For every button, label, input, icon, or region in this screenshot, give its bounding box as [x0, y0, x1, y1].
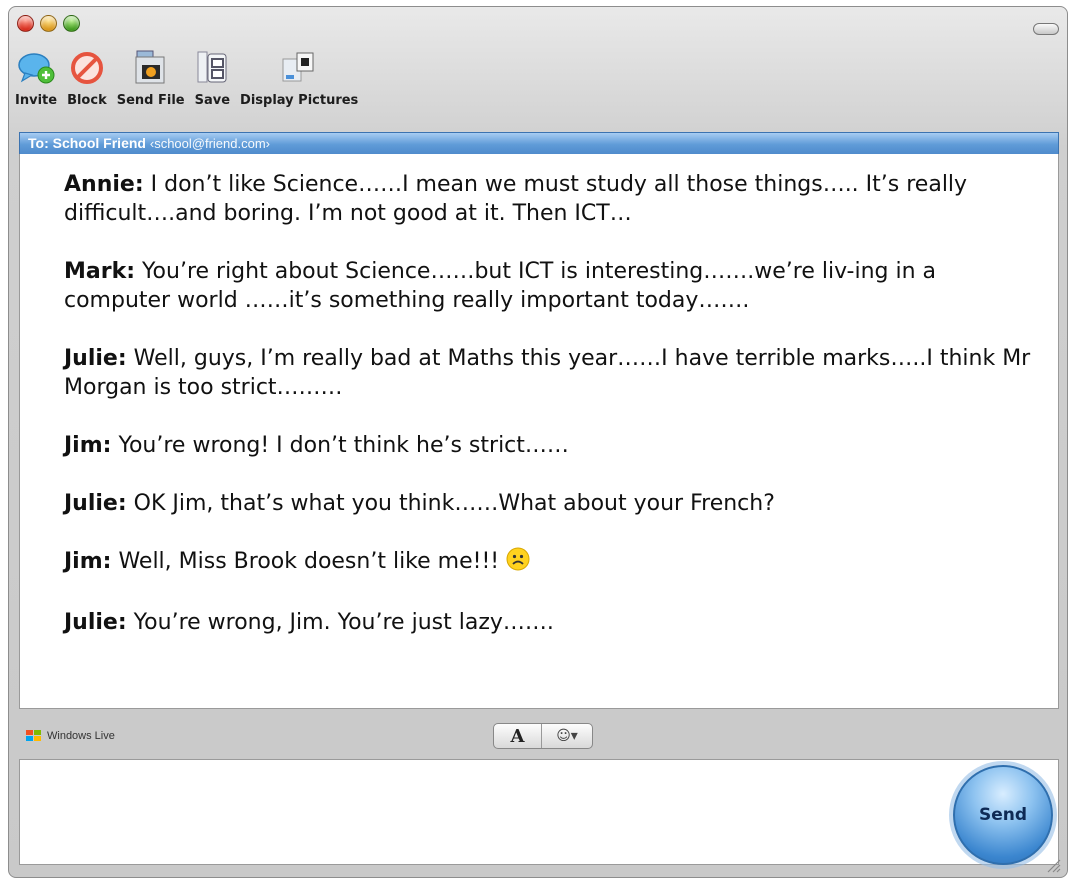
windows-live-logo: Windows Live — [25, 729, 115, 743]
save-button[interactable]: Save — [195, 45, 230, 108]
chat-message: Jim: Well, Miss Brook doesn’t like me!!! — [64, 547, 1044, 579]
window-controls — [17, 15, 80, 32]
message-speaker: Julie: — [64, 491, 127, 516]
message-speaker: Julie: — [64, 610, 127, 635]
message-speaker: Jim: — [64, 433, 112, 458]
close-window-button[interactable] — [17, 15, 34, 32]
windows-flag-icon — [26, 730, 41, 741]
send-button[interactable]: Send — [953, 765, 1053, 865]
sad-face-icon — [506, 547, 530, 579]
message-text: You’re wrong! I don’t think he’s strict…… — [111, 433, 569, 458]
chat-message: Julie: OK Jim, that’s what you think……Wh… — [64, 489, 1044, 518]
chat-message: Mark: You’re right about Science……but IC… — [64, 257, 1044, 315]
message-text: You’re wrong, Jim. You’re just lazy……. — [126, 610, 554, 635]
block-label: Block — [67, 93, 107, 108]
conversation-pane[interactable]: Annie: I don’t like Science……I mean we m… — [19, 154, 1059, 709]
message-text: You’re right about Science……but ICT is i… — [64, 259, 937, 313]
display-pictures-button[interactable]: Display Pictures — [240, 45, 358, 108]
block-button[interactable]: Block — [67, 45, 107, 108]
chat-message: Jim: You’re wrong! I don’t think he’s st… — [64, 431, 1044, 460]
zoom-window-button[interactable] — [63, 15, 80, 32]
display-pictures-icon — [279, 45, 319, 85]
send-file-icon — [133, 45, 169, 85]
invite-label: Invite — [15, 93, 58, 108]
chat-message: Julie: You’re wrong, Jim. You’re just la… — [64, 608, 1044, 637]
toolbar-toggle-button[interactable] — [1033, 23, 1059, 35]
message-speaker: Julie: — [64, 346, 127, 371]
windows-live-label: Windows Live — [47, 730, 115, 742]
minimize-window-button[interactable] — [40, 15, 57, 32]
chat-message: Julie: Well, guys, I’m really bad at Mat… — [64, 344, 1044, 402]
invite-icon — [17, 45, 55, 85]
message-speaker: Jim: — [64, 549, 112, 574]
message-text: Well, guys, I’m really bad at Maths this… — [64, 346, 1031, 400]
message-text: Well, Miss Brook doesn’t like me!!! — [111, 549, 507, 574]
font-button[interactable]: A — [494, 724, 542, 748]
invite-button[interactable]: Invite — [15, 45, 57, 108]
message-speaker: Annie: — [64, 172, 144, 197]
resize-grip-icon[interactable] — [1045, 857, 1061, 873]
chat-window: Invite Block Send File Save Display Pict… — [8, 6, 1068, 878]
save-icon — [195, 45, 229, 85]
send-file-button[interactable]: Send File — [117, 45, 185, 108]
toolbar: Invite Block Send File Save Display Pict… — [15, 45, 368, 108]
send-file-label: Send File — [116, 93, 185, 108]
recipient-address: ‹school@friend.com› — [149, 136, 270, 151]
emoticon-picker-button[interactable]: ☺▾ — [542, 724, 592, 748]
format-controls: A ☺▾ — [493, 723, 593, 749]
block-icon — [70, 45, 104, 85]
message-input[interactable] — [19, 759, 1059, 865]
message-text: OK Jim, that’s what you think……What abou… — [126, 491, 775, 516]
display-pictures-label: Display Pictures — [240, 93, 359, 108]
message-text: I don’t like Science……I mean we must stu… — [64, 172, 968, 226]
message-speaker: Mark: — [64, 259, 136, 284]
chat-message: Annie: I don’t like Science……I mean we m… — [64, 170, 1044, 228]
compose-toolbar: Windows Live A ☺▾ — [19, 719, 1059, 755]
recipient-bar: To: School Friend ‹school@friend.com› — [19, 132, 1059, 154]
recipient-name: To: School Friend — [28, 135, 146, 151]
save-label: Save — [194, 93, 231, 108]
